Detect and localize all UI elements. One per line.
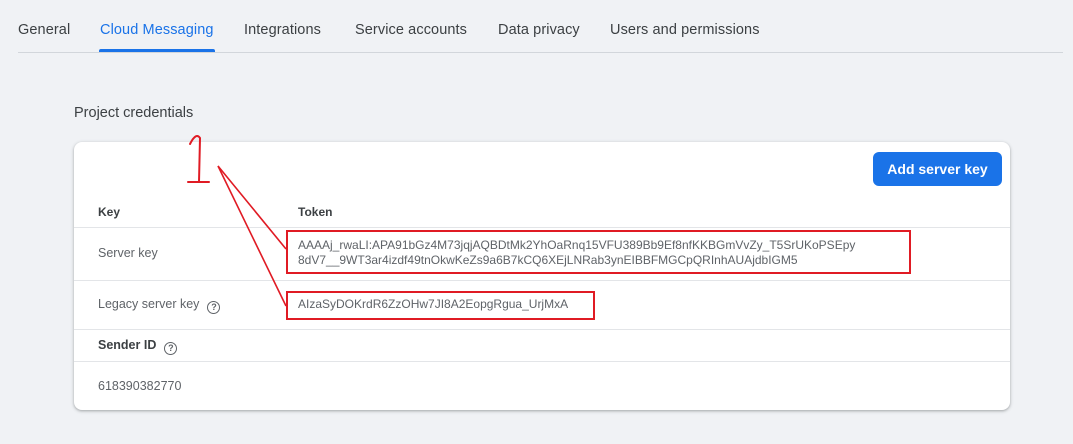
help-circle-icon[interactable]: ? — [164, 342, 178, 355]
tab-bar: General Cloud Messaging Integrations Ser… — [18, 0, 1063, 53]
legacy-server-key-token: AIzaSyDOKrdR6ZzOHw7JI8A2EopgRgua_UrjMxA — [298, 297, 569, 311]
row-divider — [74, 361, 1010, 362]
sender-id-label: Sender ID? — [98, 338, 178, 355]
section-title: Project credentials — [74, 105, 194, 121]
legacy-server-key-label: Legacy server key? — [98, 297, 221, 314]
column-header-key: Key — [98, 205, 121, 219]
help-circle-icon[interactable]: ? — [207, 301, 221, 314]
tab-integrations[interactable]: Integrations — [244, 22, 321, 38]
row-divider — [74, 227, 1010, 228]
column-header-token: Token — [298, 205, 333, 219]
legacy-server-key-text: Legacy server key — [98, 297, 200, 311]
add-server-key-button[interactable]: Add server key — [873, 152, 1002, 186]
sender-id-text: Sender ID — [98, 338, 157, 352]
sender-id-value: 618390382770 — [98, 379, 182, 393]
row-divider — [74, 280, 1010, 281]
tab-users-and-permissions[interactable]: Users and permissions — [610, 22, 760, 38]
server-key-token-line: AAAAj_rwaLI:APA91bGz4M73jqjAQBDtMk2YhOaR… — [298, 238, 856, 252]
server-key-token-line: 8dV7__9WT3ar4izdf49tnOkwKeZs9a6B7kCQ6XEj… — [298, 253, 798, 267]
tab-general[interactable]: General — [18, 22, 70, 38]
row-divider — [74, 329, 1010, 330]
tab-data-privacy[interactable]: Data privacy — [498, 22, 580, 38]
server-key-token: AAAAj_rwaLI:APA91bGz4M73jqjAQBDtMk2YhOaR… — [298, 238, 855, 268]
tab-service-accounts[interactable]: Service accounts — [355, 22, 467, 38]
server-key-label: Server key — [98, 246, 158, 260]
credentials-card: Add server key Key Token Server key AAAA… — [74, 142, 1010, 410]
active-tab-indicator — [99, 49, 215, 52]
tab-cloud-messaging[interactable]: Cloud Messaging — [100, 22, 214, 38]
